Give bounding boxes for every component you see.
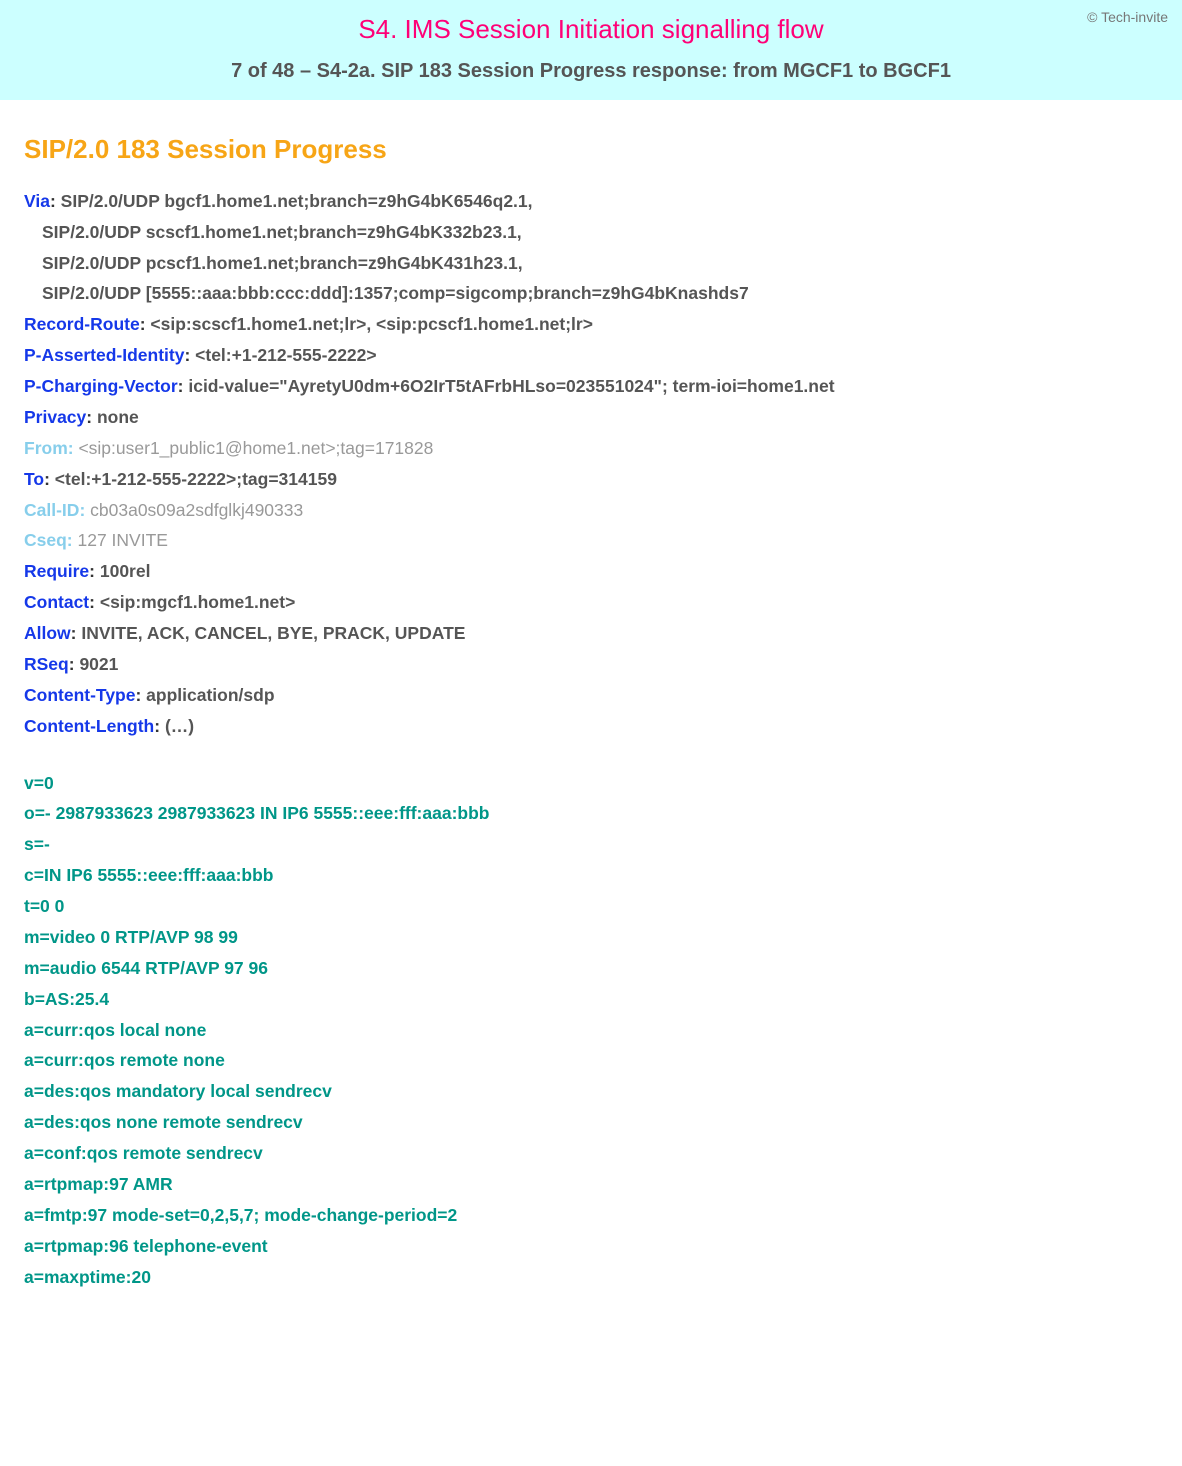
sip-header-value: none bbox=[97, 407, 139, 427]
sip-header-value: SIP/2.0/UDP bgcf1.home1.net;branch=z9hG4… bbox=[61, 191, 533, 211]
sip-header-name: Content-Length bbox=[24, 716, 154, 736]
sip-header-colon: : bbox=[71, 623, 82, 643]
sdp-line: c=IN IP6 5555::eee:fff:aaa:bbb bbox=[24, 861, 1158, 890]
sip-header-colon: : bbox=[154, 716, 165, 736]
sip-header-line: Record-Route: <sip:scscf1.home1.net;lr>,… bbox=[24, 310, 1158, 339]
sip-header-value: <sip:mgcf1.home1.net> bbox=[100, 592, 295, 612]
sdp-line: m=audio 6544 RTP/AVP 97 96 bbox=[24, 954, 1158, 983]
sip-header-line: Via: SIP/2.0/UDP bgcf1.home1.net;branch=… bbox=[24, 187, 1158, 216]
copyright-label: © Tech-invite bbox=[1087, 6, 1168, 29]
sip-header-name: Require bbox=[24, 561, 89, 581]
sip-header-colon: : bbox=[68, 438, 79, 458]
sip-header-name: Privacy bbox=[24, 407, 86, 427]
sip-header-colon: : bbox=[86, 407, 97, 427]
sip-header-name: Cseq bbox=[24, 530, 67, 550]
sdp-line: b=AS:25.4 bbox=[24, 985, 1158, 1014]
sdp-line: t=0 0 bbox=[24, 892, 1158, 921]
sdp-line: a=curr:qos local none bbox=[24, 1016, 1158, 1045]
sip-header-value: <tel:+1-212-555-2222>;tag=314159 bbox=[55, 469, 337, 489]
sip-header-value: <sip:scscf1.home1.net;lr>, <sip:pcscf1.h… bbox=[150, 314, 593, 334]
sip-header-value: SIP/2.0/UDP pcscf1.home1.net;branch=z9hG… bbox=[42, 253, 523, 273]
sip-header-value: 9021 bbox=[79, 654, 118, 674]
sip-header-continuation: SIP/2.0/UDP scscf1.home1.net;branch=z9hG… bbox=[24, 218, 1158, 247]
sdp-body: v=0o=- 2987933623 2987933623 IN IP6 5555… bbox=[24, 769, 1158, 1292]
sdp-line: a=rtpmap:97 AMR bbox=[24, 1170, 1158, 1199]
sip-header-name: RSeq bbox=[24, 654, 69, 674]
sip-headers: Via: SIP/2.0/UDP bgcf1.home1.net;branch=… bbox=[24, 187, 1158, 741]
sip-header-colon: : bbox=[89, 561, 100, 581]
page-banner: © Tech-invite S4. IMS Session Initiation… bbox=[0, 0, 1182, 100]
sdp-line: s=- bbox=[24, 830, 1158, 859]
sip-header-line: Cseq: 127 INVITE bbox=[24, 526, 1158, 555]
sip-header-line: RSeq: 9021 bbox=[24, 650, 1158, 679]
sip-header-colon: : bbox=[44, 469, 55, 489]
sip-header-colon: : bbox=[89, 592, 100, 612]
sip-header-line: Call-ID: cb03a0s09a2sdfglkj490333 bbox=[24, 496, 1158, 525]
sip-header-value: cb03a0s09a2sdfglkj490333 bbox=[90, 500, 303, 520]
sip-header-line: P-Asserted-Identity: <tel:+1-212-555-222… bbox=[24, 341, 1158, 370]
sdp-line: a=des:qos mandatory local sendrecv bbox=[24, 1077, 1158, 1106]
sdp-line: a=des:qos none remote sendrecv bbox=[24, 1108, 1158, 1137]
sip-header-name: To bbox=[24, 469, 44, 489]
sip-header-colon: : bbox=[178, 376, 189, 396]
sip-header-value: icid-value="AyretyU0dm+6O2IrT5tAFrbHLso=… bbox=[188, 376, 834, 396]
sip-header-colon: : bbox=[79, 500, 90, 520]
sdp-line: a=rtpmap:96 telephone-event bbox=[24, 1232, 1158, 1261]
sip-header-colon: : bbox=[140, 314, 151, 334]
sip-header-value: INVITE, ACK, CANCEL, BYE, PRACK, UPDATE bbox=[81, 623, 465, 643]
sip-header-colon: : bbox=[69, 654, 80, 674]
sdp-line: a=maxptime:20 bbox=[24, 1263, 1158, 1292]
sip-header-line: Privacy: none bbox=[24, 403, 1158, 432]
sip-header-colon: : bbox=[135, 685, 146, 705]
sdp-line: a=curr:qos remote none bbox=[24, 1046, 1158, 1075]
sip-header-value: SIP/2.0/UDP scscf1.home1.net;branch=z9hG… bbox=[42, 222, 522, 242]
sdp-line: a=fmtp:97 mode-set=0,2,5,7; mode-change-… bbox=[24, 1201, 1158, 1230]
sip-header-name: Call-ID bbox=[24, 500, 79, 520]
sip-header-value: <tel:+1-212-555-2222> bbox=[195, 345, 376, 365]
sip-header-name: Via bbox=[24, 191, 50, 211]
sip-message-content: SIP/2.0 183 Session Progress Via: SIP/2.… bbox=[0, 100, 1182, 1334]
sdp-line: o=- 2987933623 2987933623 IN IP6 5555::e… bbox=[24, 799, 1158, 828]
sip-header-colon: : bbox=[67, 530, 78, 550]
sip-header-line: P-Charging-Vector: icid-value="AyretyU0d… bbox=[24, 372, 1158, 401]
sip-header-name: Allow bbox=[24, 623, 71, 643]
sdp-line: m=video 0 RTP/AVP 98 99 bbox=[24, 923, 1158, 952]
sip-header-line: Contact: <sip:mgcf1.home1.net> bbox=[24, 588, 1158, 617]
sdp-line: a=conf:qos remote sendrecv bbox=[24, 1139, 1158, 1168]
sip-header-colon: : bbox=[184, 345, 195, 365]
banner-subtitle: 7 of 48 – S4-2a. SIP 183 Session Progres… bbox=[20, 55, 1162, 88]
banner-title: S4. IMS Session Initiation signalling fl… bbox=[20, 8, 1162, 51]
sip-header-name: Content-Type bbox=[24, 685, 135, 705]
sip-header-name: P-Asserted-Identity bbox=[24, 345, 184, 365]
sip-header-value: (…) bbox=[165, 716, 194, 736]
sip-header-name: Contact bbox=[24, 592, 89, 612]
sip-header-line: Content-Length: (…) bbox=[24, 712, 1158, 741]
sip-header-line: Require: 100rel bbox=[24, 557, 1158, 586]
sip-header-line: Allow: INVITE, ACK, CANCEL, BYE, PRACK, … bbox=[24, 619, 1158, 648]
sdp-line: v=0 bbox=[24, 769, 1158, 798]
sip-header-continuation: SIP/2.0/UDP pcscf1.home1.net;branch=z9hG… bbox=[24, 249, 1158, 278]
sip-header-value: application/sdp bbox=[146, 685, 274, 705]
sip-header-value: <sip:user1_public1@home1.net>;tag=171828 bbox=[78, 438, 433, 458]
sip-header-name: Record-Route bbox=[24, 314, 140, 334]
sip-header-continuation: SIP/2.0/UDP [5555::aaa:bbb:ccc:ddd]:1357… bbox=[24, 279, 1158, 308]
sip-header-line: From: <sip:user1_public1@home1.net>;tag=… bbox=[24, 434, 1158, 463]
sip-header-value: SIP/2.0/UDP [5555::aaa:bbb:ccc:ddd]:1357… bbox=[42, 283, 749, 303]
sip-header-line: Content-Type: application/sdp bbox=[24, 681, 1158, 710]
sip-header-name: P-Charging-Vector bbox=[24, 376, 178, 396]
sip-header-name: From bbox=[24, 438, 68, 458]
sip-status-line: SIP/2.0 183 Session Progress bbox=[24, 128, 1158, 171]
sip-header-value: 100rel bbox=[100, 561, 151, 581]
sip-header-line: To: <tel:+1-212-555-2222>;tag=314159 bbox=[24, 465, 1158, 494]
sip-header-value: 127 INVITE bbox=[78, 530, 168, 550]
sip-header-colon: : bbox=[50, 191, 61, 211]
